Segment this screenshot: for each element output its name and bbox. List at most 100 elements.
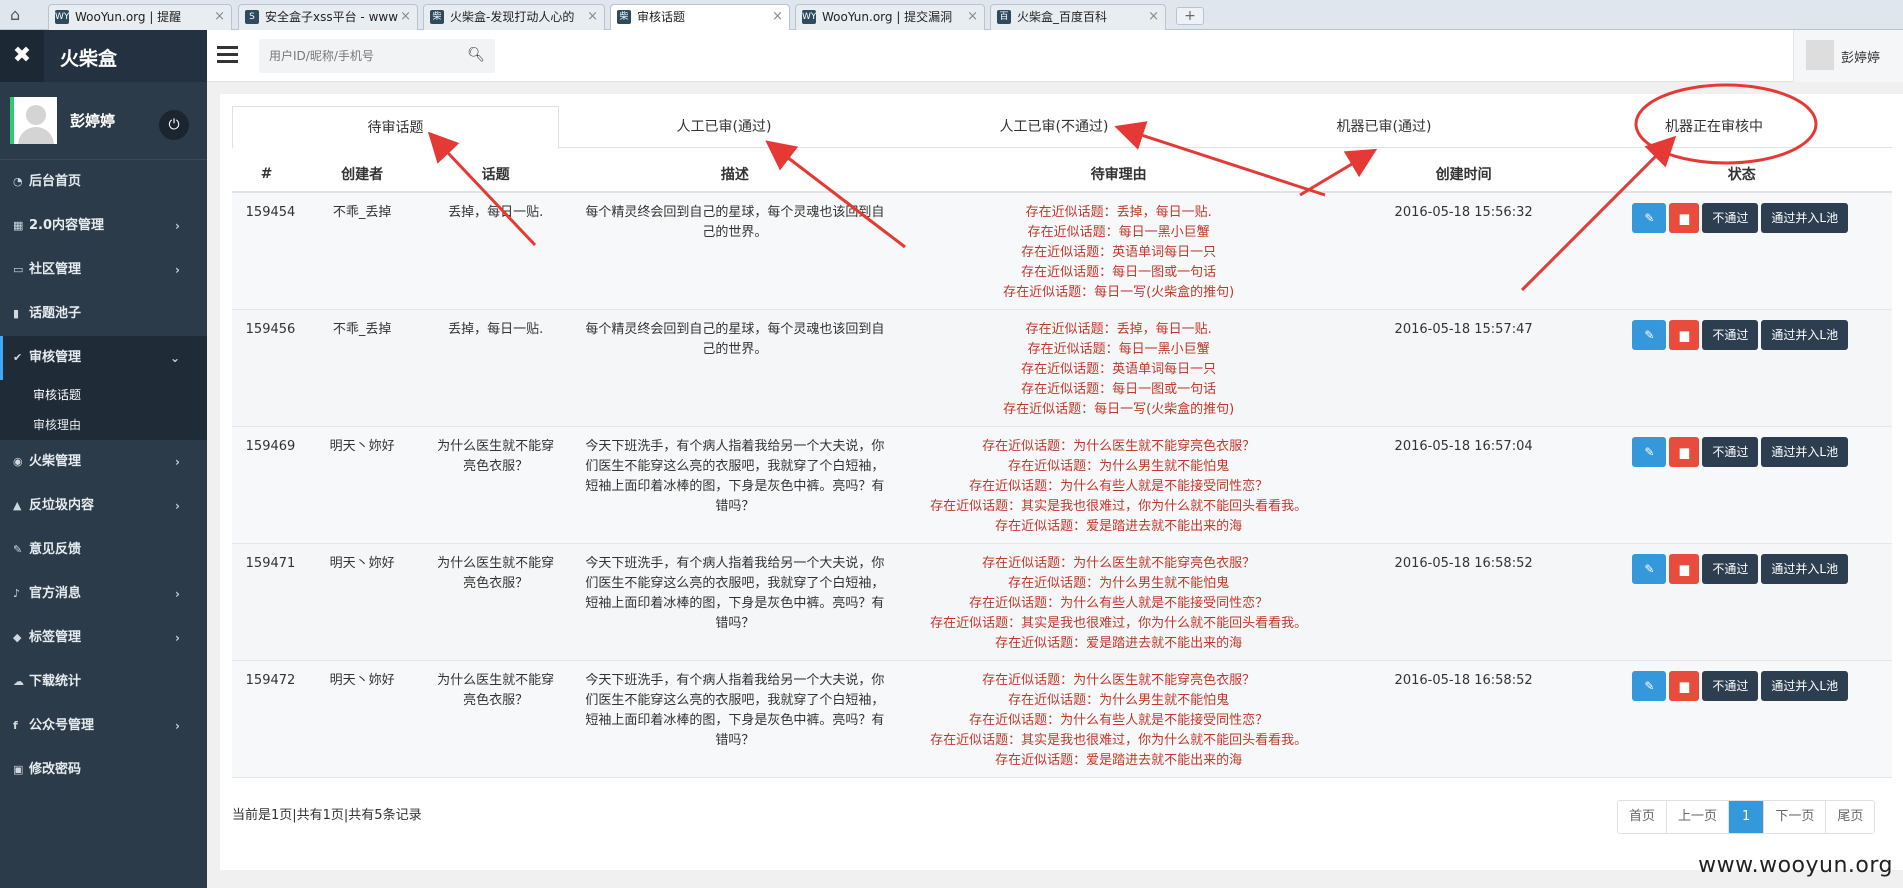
sidebar-item[interactable]: ▲ 反垃圾内容 › bbox=[0, 484, 207, 528]
row-creator: 明天丶妳好 bbox=[300, 660, 424, 778]
reject-button[interactable]: 不通过 bbox=[1702, 553, 1759, 584]
sidebar-item[interactable]: ▦ 2.0内容管理 › bbox=[0, 204, 207, 248]
reason-line: 存在近似话题：丢掉，每日一贴. bbox=[1025, 321, 1212, 337]
sidebar-item[interactable]: ▣ 修改密码 bbox=[0, 748, 207, 792]
eye-icon: ◉ bbox=[13, 455, 23, 468]
row-actions: ✎ ▆ 不通过 通过并入L池 bbox=[1591, 660, 1892, 778]
bell-icon: ♪ bbox=[13, 587, 21, 600]
edit-icon: ✎ bbox=[1644, 561, 1655, 576]
pagination-item[interactable]: 1 bbox=[1729, 801, 1765, 833]
close-icon[interactable]: × bbox=[587, 5, 598, 29]
browser-tab[interactable]: 柴火柴盒-发现打动人心的 × bbox=[423, 4, 605, 30]
delete-button[interactable]: ▆ bbox=[1669, 553, 1700, 584]
pagination: 首页 上一页 1 下一页 尾页 bbox=[1617, 800, 1876, 834]
sidebar-item[interactable]: ✔ 审核管理 ⌄ bbox=[0, 336, 207, 380]
pagination-item[interactable]: 首页 bbox=[1618, 801, 1668, 833]
sidebar-item[interactable]: ▮ 话题池子 bbox=[0, 292, 207, 336]
tab-manual-rejected[interactable]: 人工已审(不通过) bbox=[889, 106, 1219, 148]
reason-line: 存在近似话题：英语单词每日一只 bbox=[1021, 245, 1217, 260]
approve-button[interactable]: 通过并入L池 bbox=[1761, 670, 1849, 701]
sidebar-item-label: 火柴管理 bbox=[29, 454, 82, 469]
pagination-item[interactable]: 上一页 bbox=[1667, 801, 1730, 833]
favicon-icon: WY bbox=[802, 10, 817, 24]
reject-button[interactable]: 不通过 bbox=[1702, 319, 1759, 350]
sidebar-item[interactable]: ◔ 后台首页 bbox=[0, 160, 207, 204]
chevron-icon: › bbox=[175, 263, 180, 277]
sidebar-item[interactable]: f 公众号管理 › bbox=[0, 704, 207, 748]
close-icon[interactable]: × bbox=[1148, 5, 1159, 29]
main-panel: 待审话题 人工已审(通过) 人工已审(不通过) 机器已审(通过) 机器正在审核中… bbox=[220, 94, 1903, 870]
sidebar-item[interactable]: ✎ 意见反馈 bbox=[0, 528, 207, 572]
new-tab-button[interactable]: + bbox=[1176, 7, 1204, 25]
edit-button[interactable]: ✎ bbox=[1632, 203, 1667, 233]
close-icon[interactable]: × bbox=[967, 5, 978, 29]
edit-button[interactable]: ✎ bbox=[1632, 670, 1667, 701]
delete-button[interactable]: ▆ bbox=[1669, 436, 1700, 467]
sidebar-subitem[interactable]: 审核话题 bbox=[0, 380, 207, 410]
sidebar-item[interactable]: ◉ 火柴管理 › bbox=[0, 440, 207, 484]
reason-line: 存在近似话题：为什么医生就不能穿亮色衣服？ bbox=[982, 438, 1256, 454]
sidebar-item[interactable]: ▭ 社区管理 › bbox=[0, 248, 207, 292]
row-id: 159469 bbox=[232, 426, 301, 544]
tab-machine-approved[interactable]: 机器已审(通过) bbox=[1219, 106, 1549, 148]
pagination-item[interactable]: 尾页 bbox=[1826, 801, 1875, 833]
menu-toggle-icon[interactable] bbox=[217, 46, 239, 64]
facebook-icon: f bbox=[13, 719, 18, 732]
search-icon[interactable]: 🔍︎ bbox=[467, 47, 485, 63]
trash-icon: ▆ bbox=[1679, 678, 1690, 693]
close-icon[interactable]: × bbox=[772, 5, 783, 29]
edit-button[interactable]: ✎ bbox=[1632, 319, 1667, 350]
close-icon[interactable]: × bbox=[214, 5, 225, 29]
edit-icon: ✎ bbox=[1644, 444, 1655, 459]
browser-tab-label: 审核话题 bbox=[637, 10, 686, 24]
reason-line: 存在近似话题：丢掉，每日一贴. bbox=[1025, 205, 1212, 220]
browser-tab[interactable]: WY WooYun.org | 提醒 × bbox=[48, 4, 232, 30]
reject-button[interactable]: 不通过 bbox=[1702, 436, 1759, 467]
reason-line: 存在近似话题：爱是踏进去就不能出来的海 bbox=[995, 518, 1243, 534]
approve-button[interactable]: 通过并入L池 bbox=[1761, 319, 1849, 350]
sidebar-item[interactable]: ◆ 标签管理 › bbox=[0, 616, 207, 660]
power-icon[interactable]: ⏻ bbox=[159, 110, 189, 140]
favicon-icon: 柴 bbox=[617, 10, 631, 24]
reason-line: 存在近似话题：为什么有些人就是不能接受同性恋？ bbox=[969, 478, 1269, 494]
browser-tab[interactable]: WY WooYun.org | 提交漏洞 × bbox=[795, 4, 985, 30]
delete-button[interactable]: ▆ bbox=[1669, 319, 1700, 350]
sidebar: ✖ 火柴盒 彭婷婷 ⏻ ◔ 后台首页 ▦ 2.0内容管理 › ▭ 社区管理 › ▮ 话题池子 ✔ 审核… bbox=[0, 30, 207, 888]
tab-machine-reviewing[interactable]: 机器正在审核中 bbox=[1549, 106, 1879, 148]
approve-button[interactable]: 通过并入L池 bbox=[1761, 436, 1849, 467]
reason-line: 存在近似话题：为什么医生就不能穿亮色衣服？ bbox=[982, 672, 1256, 688]
row-reasons: 存在近似话题：为什么医生就不能穿亮色衣服？ 存在近似话题：为什么男生就不能怕鬼 存在… bbox=[901, 426, 1336, 544]
browser-tab[interactable]: 柴审核话题 × bbox=[610, 4, 790, 31]
sidebar-subitem[interactable]: 审核理由 bbox=[0, 410, 207, 440]
tab-pending[interactable]: 待审话题 bbox=[232, 106, 559, 149]
reason-line: 存在近似话题：为什么男生就不能怕鬼 bbox=[1008, 692, 1230, 708]
sidebar-item-label: 话题池子 bbox=[29, 306, 82, 321]
logo-icon[interactable]: ✖ bbox=[0, 30, 44, 82]
chevron-icon: › bbox=[175, 499, 180, 513]
favicon-icon: WY bbox=[55, 10, 70, 24]
reject-button[interactable]: 不通过 bbox=[1702, 670, 1759, 701]
favicon-icon: 百 bbox=[997, 10, 1011, 24]
home-icon[interactable]: ⌂ bbox=[10, 6, 28, 24]
tab-manual-approved[interactable]: 人工已审(通过) bbox=[559, 106, 889, 148]
sidebar-item[interactable]: ☁ 下载统计 bbox=[0, 660, 207, 704]
edit-button[interactable]: ✎ bbox=[1632, 436, 1667, 467]
row-id: 159454 bbox=[232, 192, 301, 310]
browser-tab[interactable]: S 安全盒子xss平台 - www × bbox=[238, 4, 418, 30]
edit-button[interactable]: ✎ bbox=[1632, 553, 1667, 584]
dashboard-icon: ◔ bbox=[13, 175, 23, 188]
header-user-menu[interactable]: 彭婷婷 bbox=[1793, 30, 1903, 82]
browser-tab[interactable]: 百火柴盒_百度百科 × bbox=[990, 4, 1166, 30]
approve-button[interactable]: 通过并入L池 bbox=[1761, 203, 1849, 233]
close-icon[interactable]: × bbox=[400, 5, 411, 29]
approve-button[interactable]: 通过并入L池 bbox=[1761, 553, 1849, 584]
row-description: 今天下班洗手，有个病人指着我给另一个大夫说，你们医生不能穿这么亮的衣服吧，我就穿… bbox=[567, 426, 902, 544]
delete-button[interactable]: ▆ bbox=[1669, 203, 1700, 233]
reject-button[interactable]: 不通过 bbox=[1702, 203, 1759, 233]
pagination-item[interactable]: 下一页 bbox=[1764, 801, 1827, 833]
reason-line: 存在近似话题：为什么男生就不能怕鬼 bbox=[1008, 575, 1230, 591]
chevron-icon: ⌄ bbox=[169, 351, 180, 365]
delete-button[interactable]: ▆ bbox=[1669, 670, 1700, 701]
sidebar-item[interactable]: ♪ 官方消息 › bbox=[0, 572, 207, 616]
search-input[interactable] bbox=[269, 46, 459, 66]
